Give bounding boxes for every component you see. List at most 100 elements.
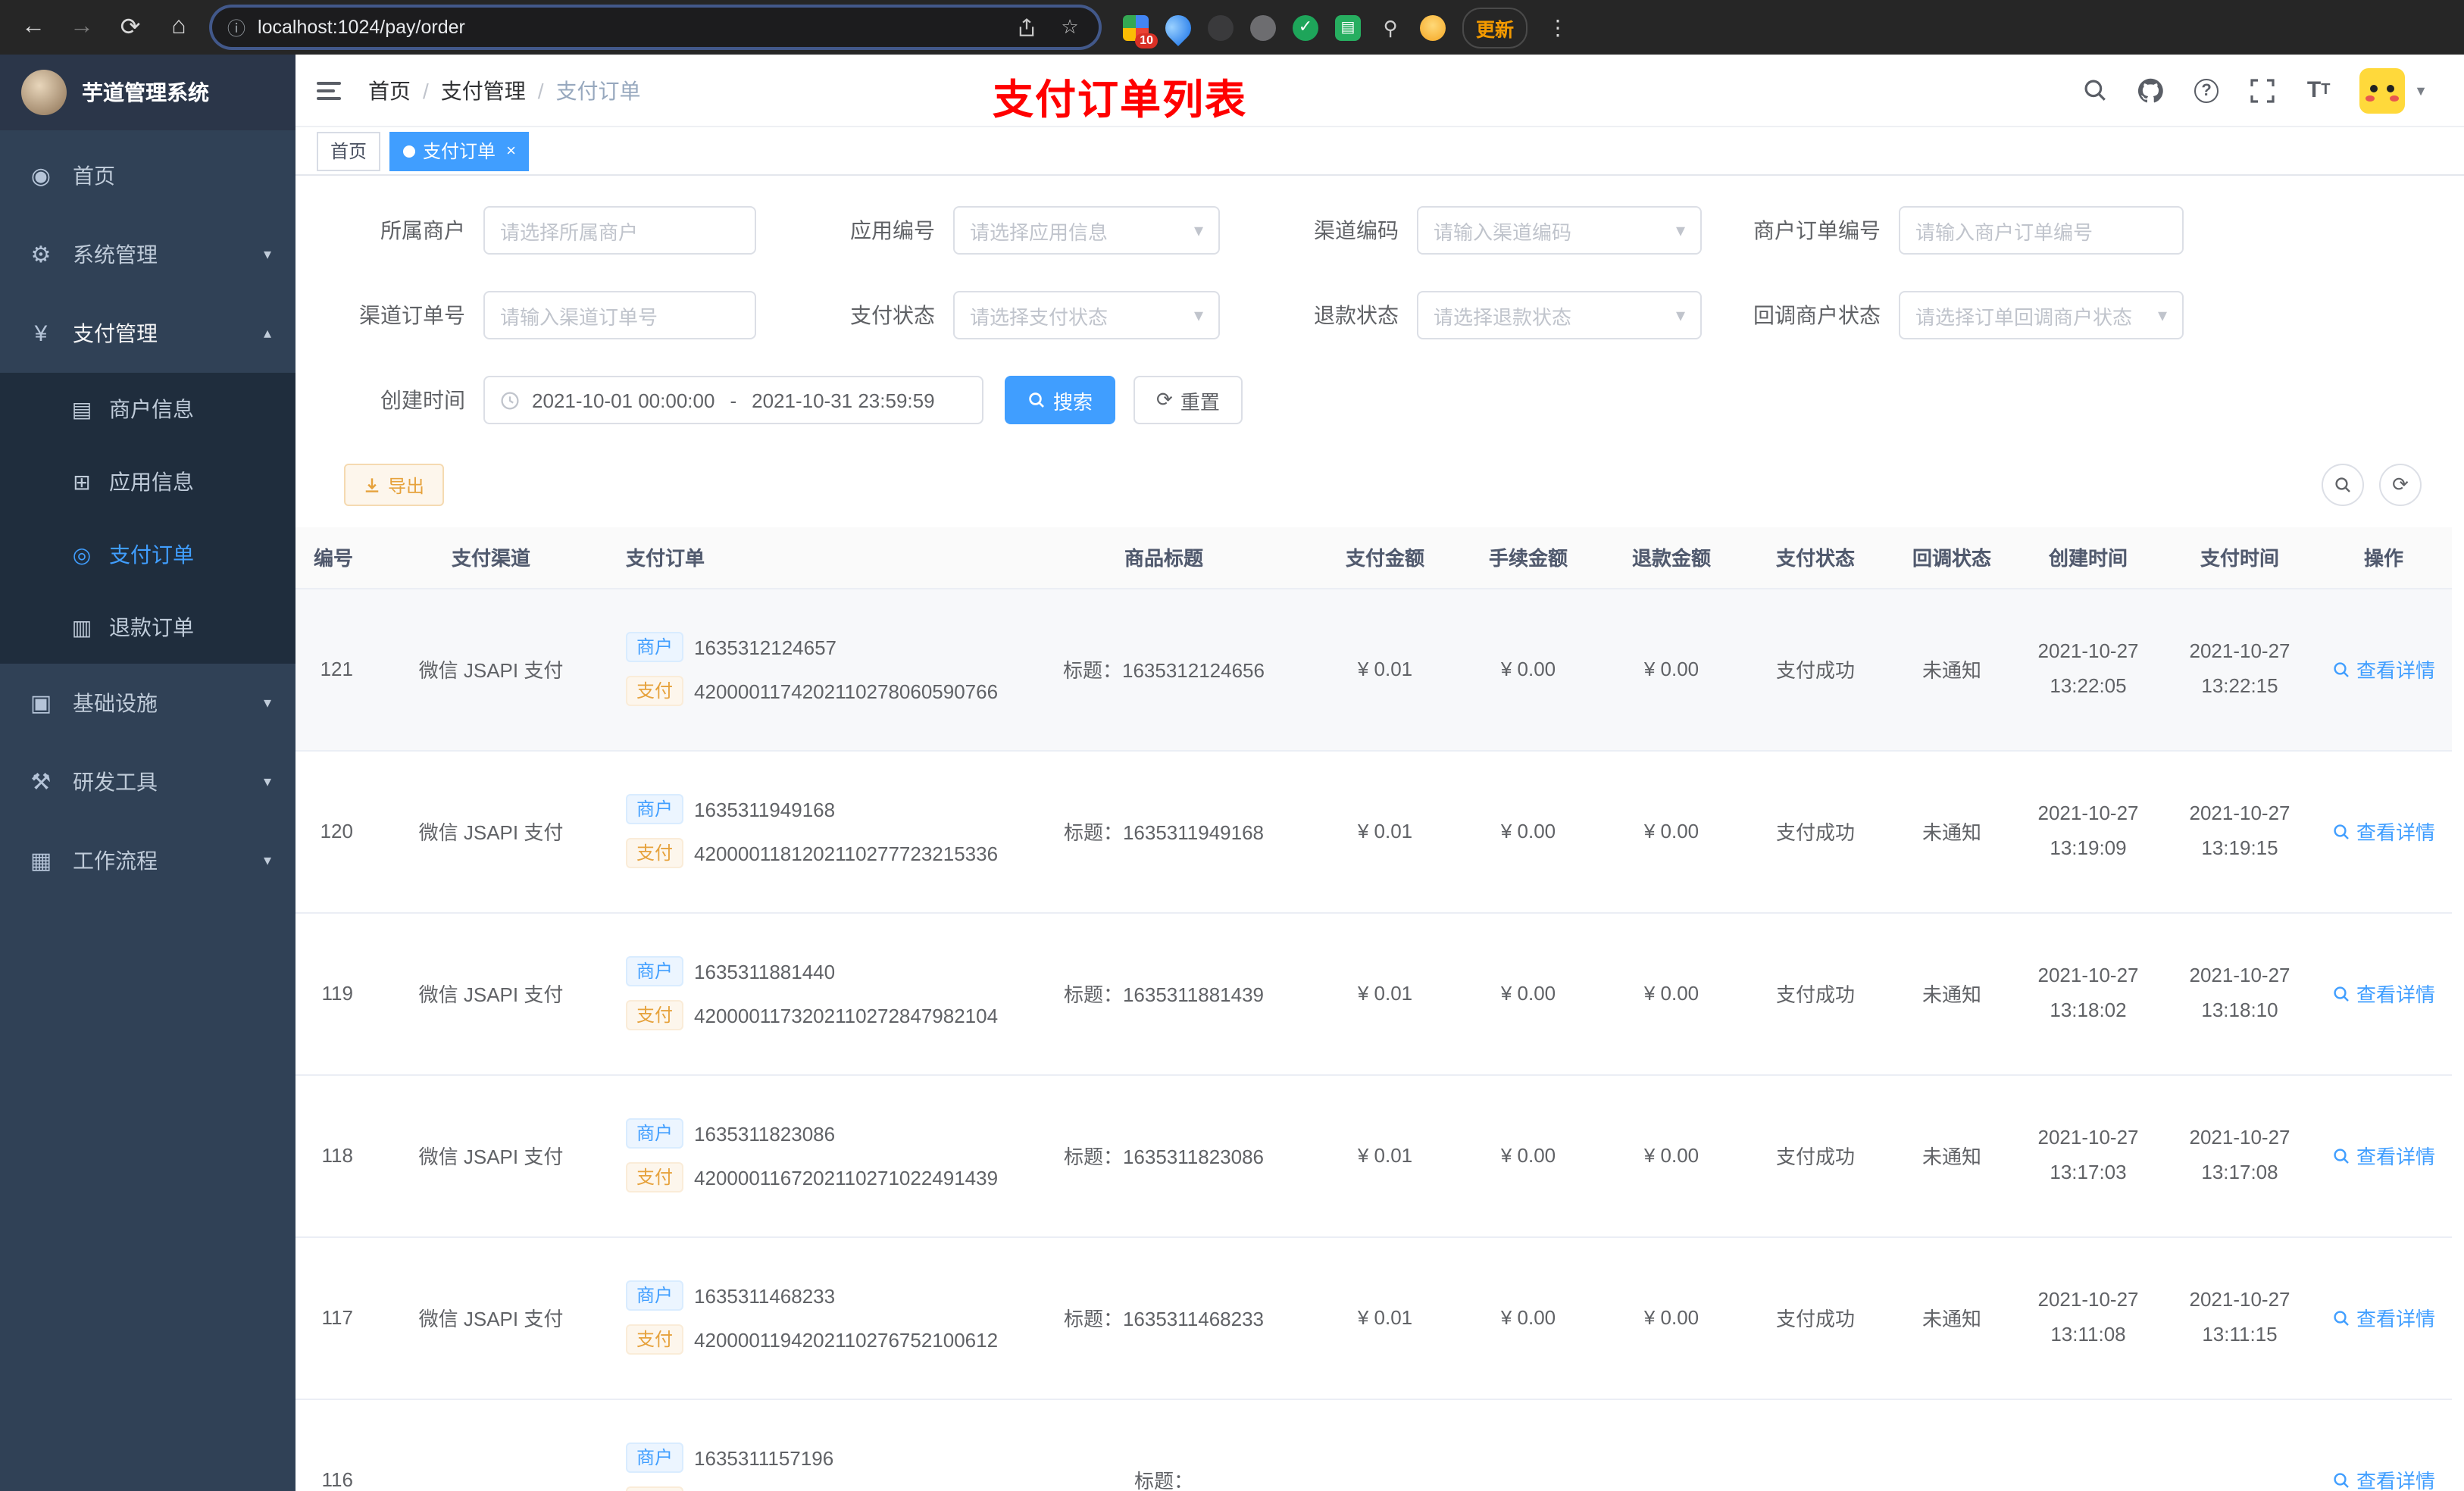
- browser-menu-icon[interactable]: ⋮: [1544, 14, 1571, 40]
- toggle-search-icon[interactable]: [2322, 464, 2364, 506]
- browser-profile-avatar[interactable]: [1420, 14, 1446, 40]
- fullscreen-icon[interactable]: [2247, 75, 2278, 105]
- sidebar-item-system[interactable]: ⚙ 系统管理 ▾: [0, 215, 295, 294]
- site-info-icon[interactable]: ⓘ: [227, 14, 245, 40]
- address-bar[interactable]: ⓘ localhost:1024/pay/order ☆: [212, 8, 1099, 47]
- channel-code-select[interactable]: 请输入渠道编码 ▾: [1417, 206, 1702, 255]
- extension-badge: 10: [1135, 33, 1158, 48]
- browser-update-button[interactable]: 更新: [1462, 7, 1528, 48]
- sidebar-item-payment[interactable]: ¥ 支付管理 ▴: [0, 294, 295, 373]
- sidebar-item-infra[interactable]: ▣ 基础设施 ▾: [0, 664, 295, 742]
- title-no: 1635312124656: [1122, 659, 1265, 682]
- extension-gray-icon[interactable]: [1250, 14, 1276, 40]
- cell-notify: 未通知: [1891, 750, 2012, 913]
- extension-grid-icon[interactable]: 10: [1123, 14, 1158, 48]
- view-detail-link[interactable]: 查看详情: [2332, 1303, 2435, 1332]
- app-logo[interactable]: 芋道管理系统: [0, 55, 295, 130]
- merchant-input[interactable]: 请选择所属商户: [483, 206, 756, 255]
- export-button[interactable]: 导出: [344, 464, 445, 506]
- browser-forward-icon[interactable]: →: [67, 14, 97, 41]
- top-navbar: 首页 / 支付管理 / 支付订单 支付订单列表 ? T T ▼: [295, 55, 2464, 127]
- table-row[interactable]: 118 微信 JSAPI 支付 商户 1635311823086 支付 4200…: [295, 1074, 2452, 1237]
- col-refund: 退款金额: [1603, 527, 1740, 589]
- chevron-down-icon: ▾: [1675, 220, 1685, 241]
- table-row[interactable]: 120 微信 JSAPI 支付 商户 1635311949168 支付 4200…: [295, 750, 2452, 913]
- merchant-order-no: 1635311881440: [694, 960, 836, 983]
- extension-chat-icon[interactable]: ▤: [1335, 14, 1361, 40]
- sidebar-item-merchant-info[interactable]: ▤ 商户信息: [0, 373, 295, 445]
- pay-status-select[interactable]: 请选择支付状态 ▾: [953, 291, 1220, 339]
- extension-drop-icon[interactable]: [1159, 8, 1197, 46]
- pay-tag: 支付: [626, 676, 684, 706]
- table-row[interactable]: 117 微信 JSAPI 支付 商户 1635311468233 支付 4200…: [295, 1236, 2452, 1399]
- view-detail-link[interactable]: 查看详情: [2332, 1465, 2435, 1491]
- breadcrumb-home[interactable]: 首页: [368, 75, 411, 105]
- cell-id: 117: [295, 1236, 371, 1399]
- channel-order-no-input[interactable]: 请输入渠道订单号: [483, 291, 756, 339]
- dashboard-icon: ◉: [30, 164, 52, 189]
- search-button[interactable]: 搜索: [1005, 376, 1116, 424]
- cell-amount: ¥ 0.01: [1317, 1236, 1453, 1399]
- notify-status-select[interactable]: 请选择订单回调商户状态 ▾: [1899, 291, 2184, 339]
- github-icon[interactable]: [2135, 75, 2165, 105]
- browser-back-icon[interactable]: ←: [18, 14, 48, 41]
- table-row[interactable]: 119 微信 JSAPI 支付 商户 1635311881440 支付 4200…: [295, 912, 2452, 1075]
- orders-table: 编号 支付渠道 支付订单 商品标题 支付金额 手续金额 退款金额 支付状态 回调…: [295, 527, 2464, 1491]
- browser-home-icon[interactable]: ⌂: [164, 14, 194, 41]
- share-icon[interactable]: [1017, 17, 1044, 37]
- reset-button[interactable]: ⟳ 重置: [1134, 376, 1243, 424]
- filter-label: 回调商户状态: [1753, 303, 1881, 327]
- sidebar-item-refund-order[interactable]: ▥ 退款订单: [0, 591, 295, 664]
- cell-amount: ¥ 0.01: [1317, 750, 1453, 913]
- tab-pay-order[interactable]: 支付订单 ×: [389, 131, 530, 170]
- sidebar-item-label: 基础设施: [73, 691, 158, 715]
- col-notify: 回调状态: [1891, 527, 2012, 589]
- cell-amount: [1317, 1399, 1453, 1491]
- cell-paid: [2164, 1399, 2315, 1491]
- col-created: 创建时间: [2012, 527, 2164, 589]
- create-time-range-picker[interactable]: 2021-10-01 00:00:00 - 2021-10-31 23:59:5…: [483, 376, 983, 424]
- cell-refund: ¥ 0.00: [1603, 912, 1740, 1075]
- placeholder-text: 请选择支付状态: [970, 305, 1108, 328]
- cell-refund: ¥ 0.00: [1603, 588, 1740, 751]
- refresh-table-icon[interactable]: ⟳: [2379, 464, 2422, 506]
- filter-label: 所属商户: [380, 218, 465, 242]
- font-size-icon[interactable]: TT: [2303, 75, 2334, 105]
- extension-check-icon[interactable]: ✓: [1293, 14, 1318, 40]
- help-icon[interactable]: ?: [2191, 75, 2222, 105]
- sidebar-item-pay-order[interactable]: ◎ 支付订单: [0, 518, 295, 591]
- sidebar-item-app-info[interactable]: ⊞ 应用信息: [0, 445, 295, 518]
- sidebar-item-home[interactable]: ◉ 首页: [0, 136, 295, 215]
- chevron-down-icon: ▾: [1675, 305, 1685, 326]
- bookmark-star-icon[interactable]: ☆: [1056, 15, 1083, 39]
- app-select[interactable]: 请选择应用信息 ▾: [953, 206, 1220, 255]
- paid-time: 13:22:15: [2201, 674, 2278, 696]
- extensions-pin-icon[interactable]: ⚲: [1377, 14, 1403, 40]
- table-row[interactable]: 116 商户 1635311157196 支付 标题：: [295, 1399, 2452, 1491]
- sidebar-item-label: 退款订单: [109, 615, 194, 639]
- table-row[interactable]: 121 微信 JSAPI 支付 商户 1635312124657 支付 4200…: [295, 588, 2452, 751]
- payment-submenu: ▤ 商户信息 ⊞ 应用信息 ◎ 支付订单 ▥ 退款订单: [0, 373, 295, 664]
- view-detail-link[interactable]: 查看详情: [2332, 817, 2435, 846]
- pay-tag: 支付: [626, 1324, 684, 1355]
- date-separator: -: [730, 389, 737, 411]
- view-detail-link[interactable]: 查看详情: [2332, 979, 2435, 1008]
- cell-id: 118: [295, 1074, 371, 1237]
- close-icon[interactable]: ×: [506, 142, 516, 160]
- url-text[interactable]: localhost:1024/pay/order: [258, 17, 1005, 38]
- user-menu[interactable]: ▼: [2359, 67, 2428, 113]
- hamburger-icon[interactable]: [317, 75, 347, 105]
- browser-reload-icon[interactable]: ⟳: [115, 12, 145, 42]
- sidebar-item-workflow[interactable]: ▦ 工作流程 ▾: [0, 821, 295, 900]
- search-icon[interactable]: [2079, 75, 2109, 105]
- view-detail-link[interactable]: 查看详情: [2332, 655, 2435, 683]
- title-no: 1635311823086: [1122, 1146, 1265, 1168]
- breadcrumb-payment[interactable]: 支付管理: [441, 75, 526, 105]
- extension-dark-icon[interactable]: [1208, 14, 1234, 40]
- tab-home[interactable]: 首页: [317, 131, 381, 170]
- view-detail-link[interactable]: 查看详情: [2332, 1141, 2435, 1170]
- refund-status-select[interactable]: 请选择退款状态 ▾: [1417, 291, 1702, 339]
- merchant-order-no-input[interactable]: 请输入商户订单编号: [1899, 206, 2184, 255]
- placeholder-text: 请选择订单回调商户状态: [1915, 305, 2133, 328]
- sidebar-item-devtools[interactable]: ⚒ 研发工具 ▾: [0, 742, 295, 821]
